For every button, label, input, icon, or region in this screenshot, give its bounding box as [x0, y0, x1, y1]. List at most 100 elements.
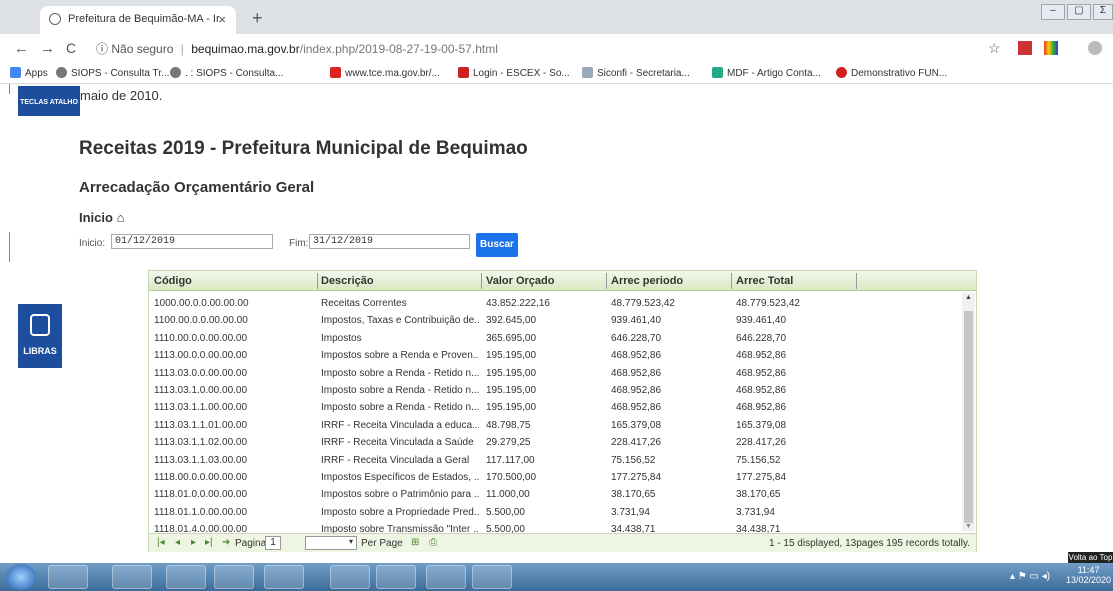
start-button[interactable]: [6, 564, 36, 590]
clock-time: 11:47: [1077, 565, 1100, 575]
cell-arrec-periodo: 939.461,40: [611, 315, 662, 327]
tab-close-icon[interactable]: ×: [218, 12, 226, 27]
bookmark-siops-1[interactable]: SIOPS - Consulta Tr...: [56, 67, 169, 79]
table-row[interactable]: 1100.00.0.0.00.00.00 Impostos, Taxas e Co…: [149, 312, 961, 329]
table-row[interactable]: 1113.03.1.1.01.00.00 IRRF - Receita Vincu…: [149, 417, 961, 434]
cell-valor-orcado: 11.000,00: [486, 489, 530, 501]
excel-icon[interactable]: [426, 565, 466, 589]
column-divider[interactable]: [317, 273, 318, 289]
end-date-input[interactable]: 31/12/2019: [309, 234, 470, 249]
end-date-label: Fim:: [289, 238, 309, 249]
column-header-arrec-periodo[interactable]: Arrec periodo: [611, 275, 683, 287]
forward-icon[interactable]: →: [40, 40, 55, 57]
cell-descricao: Impostos Específicos de Estados, ...: [321, 472, 479, 483]
profile-avatar[interactable]: [1088, 41, 1102, 55]
browser-titlebar: Prefeitura de Bequimão-MA - Ir × + – ▢ Σ: [0, 0, 1113, 34]
search-button[interactable]: Buscar: [476, 233, 518, 257]
paint-icon[interactable]: [264, 565, 304, 589]
cell-arrec-total: 228.417,26: [736, 437, 787, 449]
libras-button[interactable]: LIBRAS: [18, 304, 62, 368]
chrome-icon[interactable]: [214, 565, 254, 589]
bookmark-mdf[interactable]: MDF - Artigo Conta...: [712, 67, 821, 79]
table-row[interactable]: 1113.03.1.0.00.00.00 Imposto sobre a Rend…: [149, 382, 961, 399]
reload-icon[interactable]: C: [66, 40, 76, 56]
teclas-atalho-button[interactable]: TECLAS ATALHO: [18, 86, 80, 116]
start-date-label: Inicio:: [79, 238, 106, 249]
export-icon[interactable]: ⊞: [411, 537, 419, 548]
cell-arrec-total: 48.779.523,42: [736, 298, 800, 309]
column-header-descricao[interactable]: Descrição: [321, 275, 374, 287]
maximize-button[interactable]: ▢: [1067, 4, 1091, 20]
bookmark-escex[interactable]: Login - ESCEX - So...: [458, 67, 570, 79]
mdf-icon: [712, 67, 723, 78]
cell-valor-orcado: 117.117,00: [486, 454, 535, 466]
globe-icon: [170, 67, 181, 78]
page-subtitle: Arrecadação Orçamentário Geral: [79, 179, 315, 196]
pdf-extension-icon[interactable]: [1018, 41, 1032, 55]
print-icon[interactable]: ⎙: [429, 537, 437, 548]
column-header-arrec-total[interactable]: Arrec Total: [736, 275, 793, 287]
cell-arrec-periodo: 468.952,86: [611, 367, 662, 379]
address-bar[interactable]: ⓘ Não seguro | bequimao.ma.gov.br/index.…: [96, 40, 966, 57]
table-row[interactable]: 1113.00.0.0.00.00.00 Impostos sobre a Ren…: [149, 347, 961, 364]
column-divider[interactable]: [856, 273, 857, 289]
breadcrumb[interactable]: Inicio ⌂: [79, 210, 124, 225]
apps-icon: [10, 67, 21, 78]
scroll-down-icon[interactable]: ▼: [965, 523, 972, 530]
cell-descricao: Impostos, Taxas e Contribuição de...: [321, 315, 479, 327]
home-icon: ⌂: [116, 210, 125, 225]
prev-page-icon[interactable]: ◂: [175, 537, 180, 548]
bookmark-siconfi[interactable]: Siconfi - Secretaria...: [582, 67, 690, 79]
back-icon[interactable]: ←: [14, 40, 29, 57]
tray-icons[interactable]: ▴ ⚑ ▭ ◂): [1010, 571, 1050, 582]
ie-icon[interactable]: [48, 565, 88, 589]
cell-descricao: Imposto sobre a Renda - Retido n...: [321, 402, 479, 414]
column-divider[interactable]: [481, 273, 482, 289]
table-row[interactable]: 1113.03.0.0.00.00.00 Imposto sobre a Rend…: [149, 365, 961, 382]
next-page-icon[interactable]: ▸: [191, 537, 196, 548]
system-clock[interactable]: 11:47 13/02/2020: [1066, 565, 1111, 585]
cell-arrec-periodo: 228.417,26: [611, 437, 662, 449]
media-player-icon[interactable]: [166, 565, 206, 589]
cell-descricao: IRRF - Receita Vinculada a educa...: [321, 419, 479, 431]
table-row[interactable]: 1118.01.1.0.00.00.00 Imposto sobre a Prop…: [149, 504, 961, 521]
go-icon[interactable]: ➜: [222, 537, 230, 548]
first-page-icon[interactable]: |◂: [157, 537, 165, 548]
table-row[interactable]: 1118.01.0.0.00.00.00 Impostos sobre o Pat…: [149, 486, 961, 503]
table-row[interactable]: 1110.00.0.0.00.00.00 Impostos 365.695,00 64…: [149, 330, 961, 347]
folder-icon[interactable]: [472, 565, 512, 589]
start-date-input[interactable]: 01/12/2019: [111, 234, 273, 249]
bookmark-demonstrativo[interactable]: Demonstrativo FUN...: [836, 67, 947, 79]
close-window-button[interactable]: Σ: [1093, 4, 1113, 20]
minimize-button[interactable]: –: [1041, 4, 1065, 20]
extension-icon[interactable]: [1044, 41, 1058, 55]
calculator-icon[interactable]: [330, 565, 370, 589]
explorer-icon[interactable]: [112, 565, 152, 589]
cell-valor-orcado: 43.852.222,16: [486, 298, 550, 309]
bookmark-siops-2[interactable]: . : SIOPS - Consulta...: [170, 67, 283, 79]
column-divider[interactable]: [731, 273, 732, 289]
bookmark-apps[interactable]: Apps: [10, 67, 48, 79]
table-row[interactable]: 1113.03.1.1.03.00.00 IRRF - Receita Vincu…: [149, 452, 961, 469]
per-page-select[interactable]: ▾: [305, 536, 357, 550]
last-page-icon[interactable]: ▸|: [205, 537, 213, 548]
table-row[interactable]: 1000.00.0.0.00.00.00 Receitas Correntes 43…: [149, 295, 961, 312]
browser-tab[interactable]: Prefeitura de Bequimão-MA - Ir ×: [40, 6, 236, 34]
bookmark-star-icon[interactable]: ☆: [988, 40, 1001, 57]
scrollbar-thumb[interactable]: [964, 311, 973, 523]
page-number-input[interactable]: 1: [265, 536, 281, 550]
bookmark-tce[interactable]: www.tce.ma.gov.br/...: [330, 67, 440, 79]
word-icon[interactable]: [376, 565, 416, 589]
column-header-valor-orcado[interactable]: Valor Orçado: [486, 275, 554, 287]
table-row[interactable]: 1113.03.1.1.02.00.00 IRRF - Receita Vincu…: [149, 434, 961, 451]
bookmarks-bar: Apps SIOPS - Consulta Tr... . : SIOPS - …: [0, 62, 1113, 84]
table-row[interactable]: 1113.03.1.1.00.00.00 Imposto sobre a Rend…: [149, 399, 961, 416]
table-row[interactable]: 1118.00.0.0.00.00.00 Impostos Específicos…: [149, 469, 961, 486]
new-tab-button[interactable]: +: [252, 8, 263, 29]
info-icon: ⓘ: [96, 42, 109, 56]
column-divider[interactable]: [606, 273, 607, 289]
intro-text: maio de 2010.: [80, 88, 163, 103]
scroll-up-icon[interactable]: ▲: [965, 294, 972, 301]
cell-descricao: Impostos sobre o Patrimônio para ...: [321, 489, 479, 501]
column-header-codigo[interactable]: Código: [154, 275, 192, 287]
